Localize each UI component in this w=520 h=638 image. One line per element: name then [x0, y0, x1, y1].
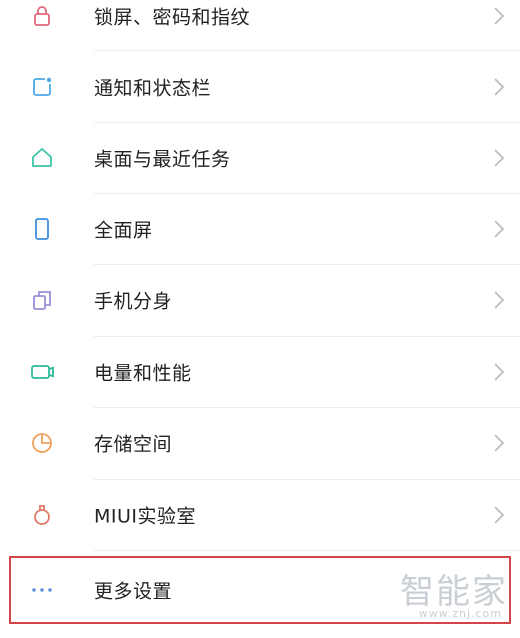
settings-item-notifications[interactable]: 通知和状态栏 — [0, 51, 520, 123]
settings-item-dual-apps[interactable]: 手机分身 — [0, 264, 520, 336]
settings-item-label: 电量和性能 — [94, 362, 192, 385]
notification-icon — [28, 73, 56, 101]
settings-item-label: 锁屏、密码和指纹 — [94, 6, 251, 29]
settings-item-label: 全面屏 — [94, 219, 153, 242]
chevron-right-icon — [492, 218, 506, 240]
settings-item-home-screen[interactable]: 桌面与最近任务 — [0, 122, 520, 194]
chevron-right-icon — [492, 289, 506, 311]
settings-item-label: 更多设置 — [94, 580, 173, 603]
settings-item-label: MIUI实验室 — [94, 505, 197, 528]
settings-item-more-settings[interactable]: 更多设置 — [0, 554, 520, 626]
flask-icon — [28, 501, 56, 529]
chevron-right-icon — [492, 76, 506, 98]
chevron-right-icon — [492, 504, 506, 526]
settings-item-battery[interactable]: 电量和性能 — [0, 336, 520, 408]
settings-item-full-screen[interactable]: 全面屏 — [0, 193, 520, 265]
chevron-right-icon — [492, 147, 506, 169]
chevron-right-icon — [492, 361, 506, 383]
phone-icon — [28, 215, 56, 243]
battery-icon — [28, 358, 56, 386]
settings-item-label: 手机分身 — [94, 290, 173, 313]
settings-item-miui-lab[interactable]: MIUI实验室 — [0, 479, 520, 551]
settings-item-storage[interactable]: 存储空间 — [0, 407, 520, 479]
lock-icon — [28, 2, 56, 30]
settings-item-label: 存储空间 — [94, 433, 173, 456]
settings-item-label: 桌面与最近任务 — [94, 148, 231, 171]
home-icon — [28, 144, 56, 172]
more-dots-icon — [28, 576, 56, 604]
pie-chart-icon — [28, 429, 56, 457]
divider — [94, 550, 520, 551]
settings-item-label: 通知和状态栏 — [94, 77, 212, 100]
chevron-right-icon — [492, 5, 506, 27]
copy-icon — [28, 286, 56, 314]
chevron-right-icon — [492, 432, 506, 454]
settings-item-lock-screen[interactable]: 锁屏、密码和指纹 — [0, 0, 520, 52]
